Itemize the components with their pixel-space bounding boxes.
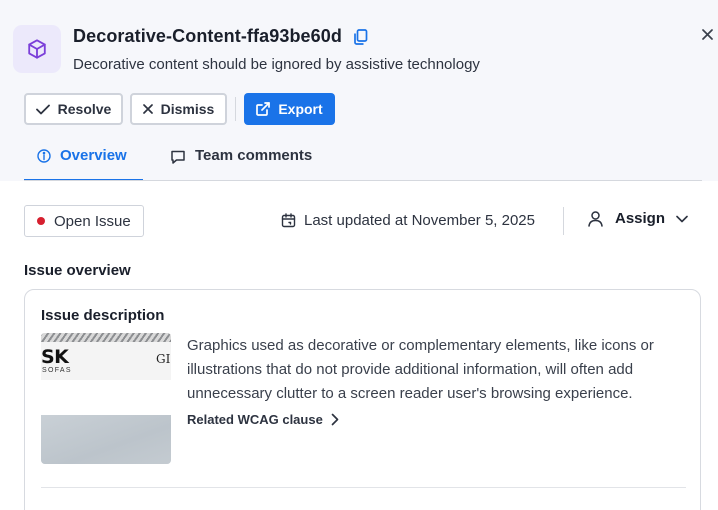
issue-screenshot-thumbnail[interactable]: SK SOFAS GI (41, 333, 171, 464)
status-badge[interactable]: Open Issue (24, 205, 144, 237)
issue-overview-heading: Issue overview (24, 262, 131, 279)
copy-id-button[interactable] (351, 28, 369, 46)
close-button[interactable] (698, 25, 716, 43)
resolve-label: Resolve (57, 101, 112, 117)
check-icon (35, 104, 50, 114)
wcag-link-label: Related WCAG clause (187, 412, 323, 427)
tab-team-comments[interactable]: Team comments (170, 140, 312, 181)
thumbnail-header-area: SK SOFAS GI (41, 333, 171, 380)
comment-icon (171, 150, 185, 164)
user-icon (588, 211, 603, 227)
assign-label: Assign (615, 210, 666, 227)
close-icon (701, 28, 713, 40)
status-label: Open Issue (54, 212, 131, 230)
calendar-icon (281, 213, 296, 228)
resolve-button[interactable]: Resolve (24, 93, 123, 125)
thumbnail-brand-logo: SK (41, 346, 69, 368)
issue-header: Decorative-Content-ffa93be60d Decorative… (0, 0, 718, 181)
issue-description-card: Issue description SK SOFAS GI Graphics u… (24, 289, 701, 510)
related-wcag-clause-link[interactable]: Related WCAG clause (187, 412, 339, 427)
issue-subtitle: Decorative content should be ignored by … (73, 56, 480, 73)
info-icon (37, 149, 51, 163)
close-icon (142, 104, 153, 114)
issue-description-text: Graphics used as decorative or complemen… (187, 337, 654, 402)
dismiss-button[interactable]: Dismiss (130, 93, 227, 125)
issue-type-badge (13, 25, 61, 73)
last-updated-text: Last updated at November 5, 2025 (304, 212, 535, 229)
tabs-divider (24, 180, 702, 181)
export-label: Export (278, 101, 323, 117)
thumbnail-brand-tagline: SOFAS (42, 367, 72, 374)
action-divider (235, 97, 236, 121)
last-updated: Last updated at November 5, 2025 (281, 212, 535, 229)
issue-description-heading: Issue description (41, 307, 165, 324)
chevron-down-icon (676, 215, 688, 222)
dismiss-label: Dismiss (160, 101, 215, 117)
tab-overview[interactable]: Overview (24, 140, 143, 181)
issue-title: Decorative-Content-ffa93be60d (73, 26, 342, 46)
chevron-right-icon (331, 413, 339, 426)
cube-icon (28, 39, 46, 59)
external-link-icon (256, 102, 271, 116)
thumbnail-stripes (41, 333, 171, 342)
card-divider (41, 487, 686, 488)
thumbnail-blank-area (41, 380, 171, 415)
thumbnail-photo-area (41, 415, 171, 464)
assign-dropdown[interactable]: Assign (587, 210, 688, 227)
copy-icon (353, 29, 367, 45)
meta-divider (563, 207, 564, 235)
export-button[interactable]: Export (244, 93, 335, 125)
thumbnail-side-text: GI (156, 352, 171, 366)
tab-team-comments-label: Team comments (195, 147, 313, 164)
status-dot-icon (37, 217, 45, 225)
tab-overview-label: Overview (60, 147, 127, 164)
